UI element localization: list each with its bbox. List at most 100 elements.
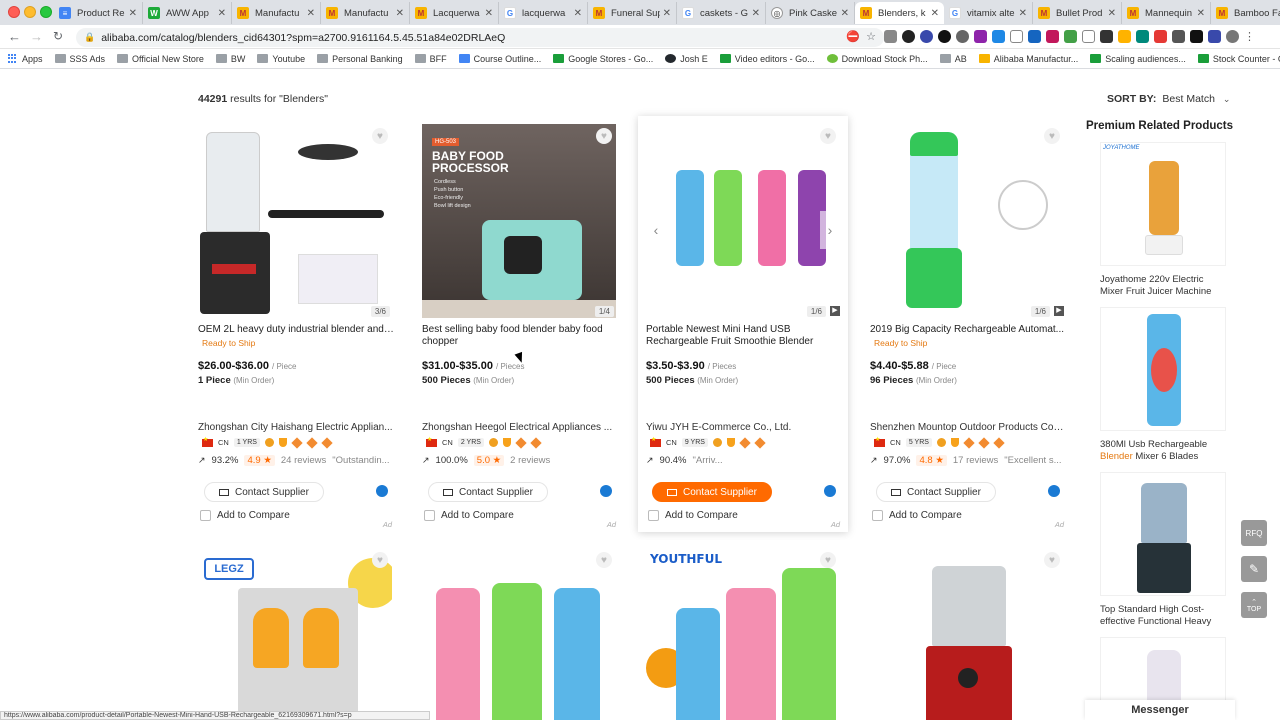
site-settings-icon[interactable]: ⛔ [846,30,860,43]
browser-tab[interactable]: Gcaskets - G ✕ [677,2,766,24]
bookmark-item[interactable]: Course Outline... [458,54,541,64]
product-card[interactable]: ♥ [862,540,1072,720]
product-image[interactable] [422,548,616,720]
bookmark-item[interactable]: Alibaba Manufactur... [978,54,1078,64]
browser-tab[interactable]: MBamboo Fa✕ [1211,2,1280,24]
chat-icon[interactable] [824,485,836,497]
product-card[interactable]: HG-503 BABY FOOD PROCESSOR Cordless Push … [414,116,624,532]
reviews-link[interactable]: 17 reviews [953,455,998,466]
camera-extension-icon[interactable] [884,30,897,43]
product-title[interactable]: 2019 Big Capacity Rechargeable Automat..… [870,324,1066,336]
browser-tab[interactable]: M Blenders, k ✕ [855,2,944,24]
video-play-icon[interactable]: ▶ [1054,306,1064,316]
extension-icon[interactable] [1154,30,1167,43]
bookmark-item[interactable]: Official New Store [117,54,204,64]
extension-icon[interactable] [938,30,951,43]
product-image[interactable] [870,548,1064,720]
browser-tab[interactable]: M Funeral Sup ✕ [588,2,677,24]
compare-checkbox[interactable] [872,510,883,521]
favorite-icon[interactable]: ♥ [372,552,388,568]
premium-item-image[interactable]: JOYATHOME [1100,142,1226,266]
browser-tab[interactable]: M Bullet Prod ✕ [1033,2,1122,24]
rfq-button[interactable]: RFQ [1241,520,1267,546]
browser-tab[interactable]: M Mannequin ✕ [1122,2,1211,24]
back-to-top-button[interactable]: ⌃ TOP [1241,592,1267,618]
product-card[interactable]: ♥ ‹ › 1/6 ▶ Portable Newest Mini Hand USB… [638,116,848,532]
product-image[interactable] [870,124,1064,318]
close-tab-icon[interactable]: ✕ [931,8,939,19]
bookmark-item[interactable]: Youtube [257,54,305,64]
close-tab-icon[interactable]: ✕ [752,8,760,19]
extension-icon[interactable] [1100,30,1113,43]
bookmark-item[interactable]: Josh E [665,54,708,64]
profile-avatar[interactable] [1226,30,1239,43]
forward-icon[interactable]: → [30,29,43,44]
bookmark-item[interactable]: BW [215,54,245,64]
product-card[interactable]: ♥ 1/6 ▶ 2019 Big Capacity Rechargeable A… [862,116,1072,532]
close-tab-icon[interactable]: ✕ [841,8,849,19]
browser-tab[interactable]: Glacquerwa ✕ [499,2,588,24]
supplier-name[interactable]: Shenzhen Mountop Outdoor Products Co.,..… [870,422,1066,433]
extension-icon[interactable] [1028,30,1041,43]
product-image[interactable] [646,124,840,318]
close-tab-icon[interactable]: ✕ [663,8,671,19]
premium-item[interactable]: JOYATHOME Joyathome 220v Electric Mixer … [1100,142,1226,298]
contact-supplier-button[interactable]: Contact Supplier [204,482,324,502]
bookmark-item[interactable]: BFF [414,54,447,64]
close-tab-icon[interactable]: ✕ [307,8,315,19]
add-to-compare[interactable]: Add to Compare [872,510,962,521]
reviews-link[interactable]: 24 reviews [281,455,326,466]
extension-icon[interactable] [1082,30,1095,43]
browser-tab[interactable]: M Lacquerwa ✕ [410,2,499,24]
contact-supplier-button[interactable]: Contact Supplier [428,482,548,502]
product-title[interactable]: OEM 2L heavy duty industrial blender and… [198,324,394,336]
product-image[interactable]: YOUTHFUL [646,548,840,720]
minimize-window-button[interactable] [24,6,36,18]
close-tab-icon[interactable]: ✕ [129,8,137,19]
bookmark-item[interactable]: Apps [8,53,43,64]
product-card[interactable]: ♥ 3/6 OEM 2L heavy duty industrial blend… [190,116,400,532]
bookmark-item[interactable]: Download Stock Ph... [826,54,928,64]
carousel-prev-icon[interactable]: ‹ [646,211,666,249]
carousel-next-icon[interactable]: › [820,211,840,249]
extension-icon[interactable] [1190,30,1203,43]
browser-tab[interactable]: ◎ Pink Caske ✕ [766,2,855,24]
reload-icon[interactable]: ↻ [53,29,63,43]
premium-item-image[interactable] [1100,307,1226,431]
add-to-compare[interactable]: Add to Compare [424,510,514,521]
bookmark-item[interactable]: Scaling audiences... [1090,54,1186,64]
chat-icon[interactable] [376,485,388,497]
product-image[interactable] [198,124,392,318]
chat-icon[interactable] [1048,485,1060,497]
bookmark-item[interactable]: Personal Banking [317,54,403,64]
close-tab-icon[interactable]: ✕ [1019,8,1027,19]
browser-tab[interactable]: M Manufactu ✕ [232,2,321,24]
bookmark-item[interactable]: SSS Ads [54,54,105,64]
favorite-icon[interactable]: ♥ [1044,552,1060,568]
favorite-icon[interactable]: ♥ [596,552,612,568]
product-card[interactable]: LEGZ ♥ [190,540,400,720]
browser-tab[interactable]: ≡ Product Re ✕ [54,2,143,24]
close-tab-icon[interactable]: ✕ [396,8,404,19]
contact-supplier-button[interactable]: Contact Supplier [652,482,772,502]
product-title[interactable]: Best selling baby food blender baby food… [422,324,618,347]
bookmark-item[interactable]: Stock Counter - Go... [1197,54,1280,64]
extension-icon[interactable] [1010,30,1023,43]
extension-icon[interactable] [956,30,969,43]
premium-item[interactable]: 380Ml Usb Rechargeable Blender Mixer 6 B… [1100,307,1226,463]
premium-item-image[interactable] [1100,472,1226,596]
feedback-icon[interactable]: ✎ [1241,556,1267,582]
compare-checkbox[interactable] [648,510,659,521]
favorite-icon[interactable]: ♥ [820,552,836,568]
product-card[interactable]: ♥ [414,540,624,720]
chat-icon[interactable] [600,485,612,497]
product-image[interactable]: HG-503 BABY FOOD PROCESSOR Cordless Push … [422,124,616,318]
close-window-button[interactable] [8,6,20,18]
product-title[interactable]: Portable Newest Mini Hand USB Rechargeab… [646,324,842,347]
bookmark-star-icon[interactable]: ☆ [866,30,876,43]
favorite-icon[interactable]: ♥ [596,128,612,144]
close-tab-icon[interactable]: ✕ [1108,8,1116,19]
browser-tab[interactable]: W AWW App ✕ [143,2,232,24]
premium-item[interactable]: Top Standard High Cost-effective Functio… [1100,472,1226,628]
add-to-compare[interactable]: Add to Compare [648,510,738,521]
